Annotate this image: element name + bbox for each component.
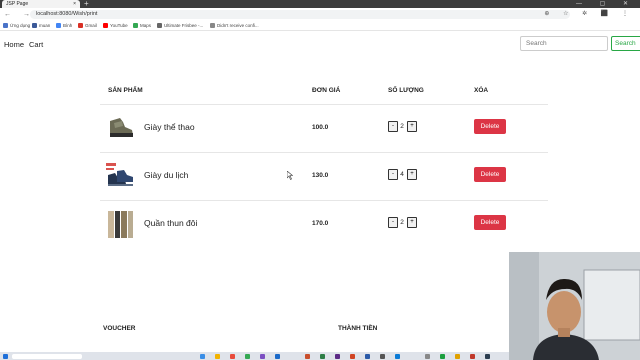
delete-button[interactable]: Delete xyxy=(474,167,506,182)
increase-quantity-button[interactable]: + xyxy=(407,169,417,180)
folder-icon[interactable] xyxy=(215,354,220,359)
table-row: Giày du lịch 130.0 - 4 + Delete xyxy=(100,153,548,201)
start-icon[interactable] xyxy=(3,354,8,359)
taskbar-app-icon[interactable] xyxy=(425,354,430,359)
product-price: 130.0 xyxy=(312,172,329,179)
bookmark-item[interactable]: Maps xyxy=(133,22,151,29)
translate-icon xyxy=(56,23,61,29)
mouse-cursor-icon xyxy=(287,171,293,180)
table-row: Giày thể thao 100.0 - 2 + Delete xyxy=(100,105,548,153)
tab-close-icon[interactable]: × xyxy=(73,0,76,8)
visual-studio-icon[interactable] xyxy=(335,354,340,359)
maps-icon xyxy=(133,23,138,29)
total-label: THÀNH TIỀN xyxy=(338,325,378,332)
webcam-overlay xyxy=(509,252,640,360)
apps-icon xyxy=(3,23,8,29)
nav-cart-link[interactable]: Cart xyxy=(29,40,43,49)
taskbar-app-icon[interactable] xyxy=(320,354,325,359)
tab-title: JSP Page xyxy=(6,1,29,7)
product-name: Giày du lịch xyxy=(144,170,189,180)
frisbee-icon xyxy=(157,23,162,29)
product-name: Giày thể thao xyxy=(144,122,195,132)
browser-toolbar-icons[interactable]: ⊕ ☆ ✲ ⬛ ⋮ xyxy=(544,10,634,17)
increase-quantity-button[interactable]: + xyxy=(407,121,417,132)
quantity-value: 2 xyxy=(400,123,404,130)
bookmark-item[interactable]: muan xyxy=(32,22,50,29)
travel-shoe-image xyxy=(105,161,135,191)
facebook-icon xyxy=(32,23,37,29)
new-tab-icon[interactable]: + xyxy=(84,0,89,8)
delete-button[interactable]: Delete xyxy=(474,119,506,134)
youtube-icon xyxy=(103,23,108,29)
browser-tab-bar: JSP Page × + — ▢ ✕ xyxy=(0,0,640,8)
quantity-column-header: SỐ LƯỢNG xyxy=(388,87,424,94)
delete-column-header: XÓA xyxy=(474,87,489,94)
product-name: Quần thun đôi xyxy=(144,218,198,228)
bookmark-item[interactable]: Ứng dụng xyxy=(3,22,30,29)
taskbar-app-icon[interactable] xyxy=(260,354,265,359)
taskbar-app-icon[interactable] xyxy=(440,354,445,359)
address-bar-row: ← → ⟳ localhost:8080/Wish/print ⊕ ☆ ✲ ⬛ … xyxy=(0,8,640,22)
taskbar-app-icon[interactable] xyxy=(365,354,370,359)
chrome-icon[interactable] xyxy=(245,354,250,359)
product-price: 100.0 xyxy=(312,124,329,131)
product-price: 170.0 xyxy=(312,220,329,227)
taskbar-app-icon[interactable] xyxy=(275,354,280,359)
presenter-video xyxy=(509,252,640,360)
taskbar-app-icon[interactable] xyxy=(350,354,355,359)
voucher-label: VOUCHER xyxy=(103,325,136,332)
taskbar-app-icon[interactable] xyxy=(200,354,205,359)
increase-quantity-button[interactable]: + xyxy=(407,217,417,228)
taskbar-app-icon[interactable] xyxy=(455,354,460,359)
nav-home-link[interactable]: Home xyxy=(4,40,24,49)
window-controls[interactable]: — ▢ ✕ xyxy=(576,0,636,8)
gmail-icon xyxy=(78,23,83,29)
search-input[interactable] xyxy=(520,36,608,51)
taskbar-app-icon[interactable] xyxy=(485,354,490,359)
bookmark-item[interactable]: Didn't receive confi... xyxy=(210,22,259,29)
quantity-value: 2 xyxy=(400,219,404,226)
taskbar-search-box[interactable] xyxy=(12,354,82,359)
delete-button[interactable]: Delete xyxy=(474,215,506,230)
taskbar-app-icon[interactable] xyxy=(395,354,400,359)
url-field[interactable]: localhost:8080/Wish/print xyxy=(30,10,570,19)
pants-image xyxy=(105,209,135,239)
bookmark-item[interactable]: Bình xyxy=(56,22,72,29)
bookmark-item[interactable]: Ultimate Frisbee -... xyxy=(157,22,203,29)
table-row: Quần thun đôi 170.0 - 2 + Delete xyxy=(100,201,548,249)
quantity-value: 4 xyxy=(400,171,404,178)
page-icon xyxy=(210,23,215,29)
taskbar-app-icon[interactable] xyxy=(305,354,310,359)
hiking-shoe-image xyxy=(105,113,135,143)
product-column-header: SẢN PHẨM xyxy=(108,87,143,94)
bookmark-item[interactable]: Gmail xyxy=(78,22,97,29)
taskbar-app-icon[interactable] xyxy=(470,354,475,359)
price-column-header: ĐƠN GIÁ xyxy=(312,87,341,94)
bookmarks-bar: Ứng dụng muan Bình Gmail YouTube Maps Ul… xyxy=(0,21,640,31)
browser-tab[interactable]: JSP Page × xyxy=(2,0,80,8)
search-button[interactable]: Search xyxy=(611,36,640,51)
taskbar-app-icon[interactable] xyxy=(230,354,235,359)
taskbar-app-icon[interactable] xyxy=(380,354,385,359)
bookmark-item[interactable]: YouTube xyxy=(103,22,128,29)
